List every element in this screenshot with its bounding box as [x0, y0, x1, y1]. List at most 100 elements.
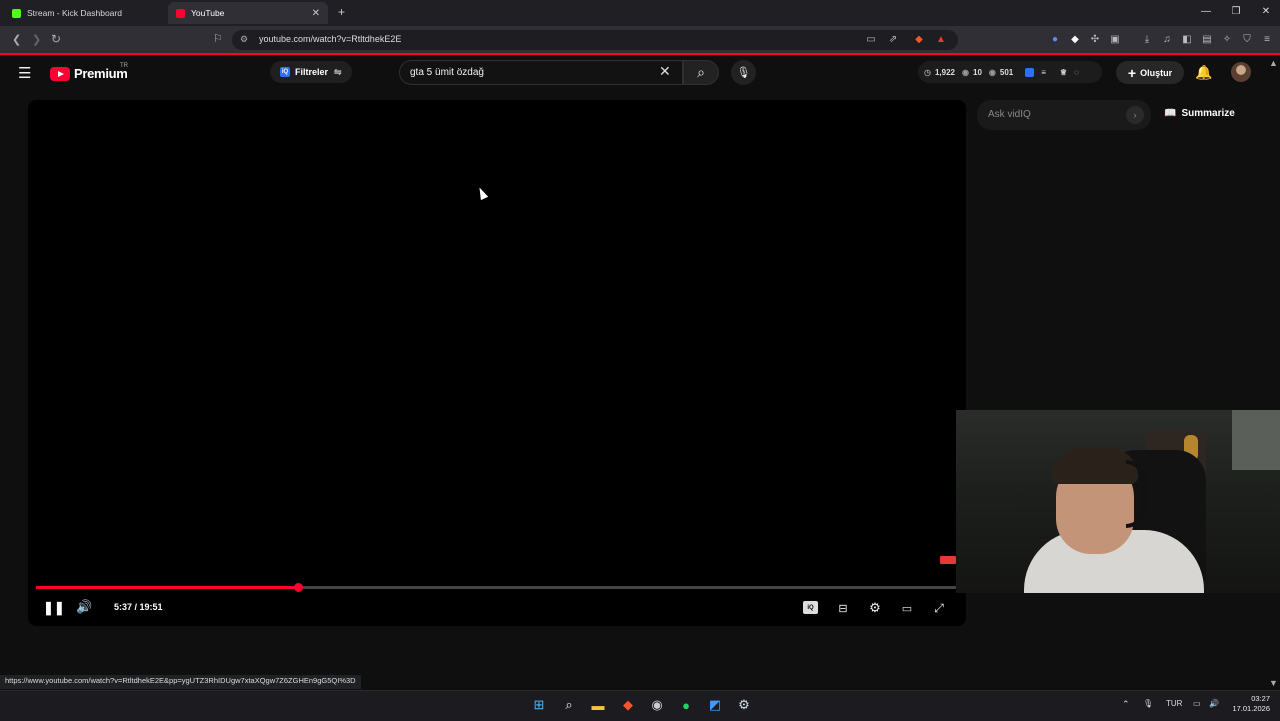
pause-icon[interactable]: ❚❚: [43, 600, 65, 616]
share-icon[interactable]: ⇗: [886, 32, 900, 46]
eye-icon: ◉: [988, 67, 996, 77]
chat-icon[interactable]: ◌: [1074, 68, 1079, 77]
cast-icon[interactable]: ▭: [864, 32, 878, 46]
webcam-overlay: [956, 410, 1280, 593]
progress-scrubber-handle[interactable]: [294, 583, 303, 592]
volume-icon[interactable]: 🔊: [76, 599, 92, 615]
url-text[interactable]: youtube.com/watch?v=RtltdhekE2E: [259, 34, 401, 44]
youtube-play-logo-icon: [50, 66, 70, 81]
sidebar-toggle-icon[interactable]: ◧: [1180, 32, 1194, 46]
microphone-tray-icon[interactable]: 🎙: [1143, 699, 1153, 708]
background-window: [1232, 410, 1280, 470]
app-icon[interactable]: ◩: [706, 696, 724, 714]
extension-vidiq-icon[interactable]: ●: [1048, 32, 1062, 46]
vpn-shield-icon[interactable]: ⛉: [1240, 32, 1254, 46]
vidiq-filters-button[interactable]: iQ Filtreler ⇋: [270, 61, 352, 83]
overlay-badge-icon: [940, 556, 956, 564]
summarize-button[interactable]: 📖 Summarize: [1164, 108, 1235, 119]
search-button[interactable]: ⌕: [683, 60, 719, 85]
fullscreen-icon[interactable]: ⤢: [931, 600, 947, 616]
wallet-icon[interactable]: ▤: [1200, 32, 1214, 46]
spotify-icon[interactable]: ●: [677, 696, 695, 714]
guide-menu-icon[interactable]: ☰: [18, 64, 31, 82]
settings-gear-icon[interactable]: ⚙: [867, 600, 883, 616]
vidiq-logo-icon: iQ: [280, 67, 290, 77]
media-icon[interactable]: ♫: [1160, 32, 1174, 46]
network-icon[interactable]: ▭: [1193, 699, 1201, 708]
tray-overflow-icon[interactable]: ⌃: [1122, 699, 1130, 710]
browser-menu-icon[interactable]: ≡: [1260, 32, 1274, 46]
progress-played: [36, 586, 298, 589]
restore-icon[interactable]: ❐: [1226, 6, 1246, 17]
clock-time: 03:27: [1251, 694, 1270, 703]
windows-taskbar: [0, 690, 1280, 721]
brave-shields-icon[interactable]: ◆: [912, 32, 926, 46]
vidiq-player-icon[interactable]: iQ: [803, 601, 818, 614]
scroll-up-arrow-icon[interactable]: ▲: [1269, 58, 1278, 68]
voice-search-button[interactable]: 🎙: [731, 60, 756, 85]
filter-sliders-icon: ⇋: [334, 66, 342, 77]
new-tab-button[interactable]: +: [338, 5, 345, 19]
views-count: 1,922: [934, 67, 956, 77]
extensions-puzzle-icon[interactable]: ✣: [1088, 32, 1102, 46]
speaker-icon[interactable]: 🔊: [1209, 699, 1219, 708]
eye-icon: ◉: [962, 67, 969, 77]
windows-start-icon[interactable]: ⊞: [530, 696, 548, 714]
tab-title: Stream - Kick Dashboard: [27, 8, 122, 18]
leo-ai-icon[interactable]: ✧: [1220, 32, 1234, 46]
back-icon[interactable]: ❮: [12, 33, 21, 46]
list-icon[interactable]: ≡: [1041, 68, 1046, 77]
microphone-icon: 🎙: [736, 67, 751, 79]
language-indicator[interactable]: TUR: [1166, 699, 1182, 708]
reload-icon[interactable]: ↻: [51, 32, 61, 46]
notifications-bell-icon[interactable]: 🔔: [1195, 64, 1212, 81]
download-icon[interactable]: ⤓: [1140, 32, 1154, 46]
brave-browser-icon[interactable]: ◆: [619, 696, 637, 714]
close-tab-icon[interactable]: ✕: [312, 8, 320, 19]
ask-submit-icon[interactable]: ›: [1126, 106, 1144, 124]
screenshot-icon[interactable]: ▣: [1108, 32, 1122, 46]
search-icon[interactable]: ⌕: [560, 696, 578, 714]
video-player[interactable]: [28, 100, 966, 626]
clock-date: 17.01.2026: [1232, 704, 1270, 713]
theater-mode-icon[interactable]: ▭: [899, 600, 915, 616]
steam-icon[interactable]: ⚙: [735, 696, 753, 714]
plus-icon: +: [1127, 64, 1137, 81]
create-label: Oluştur: [1140, 67, 1173, 78]
vidiq-badge-icon[interactable]: [1025, 67, 1035, 77]
create-button[interactable]: + Oluştur: [1116, 61, 1184, 84]
youtube-premium-logo[interactable]: Premium: [50, 66, 128, 81]
tab-youtube[interactable]: YouTube ✕: [168, 2, 328, 24]
time-display: 5:37 / 19:51: [114, 602, 163, 612]
avatar[interactable]: [1231, 62, 1251, 82]
brave-rewards-icon[interactable]: ▲: [934, 32, 948, 46]
kick-favicon-icon: [12, 8, 21, 18]
clear-search-icon[interactable]: ✕: [659, 63, 671, 80]
file-explorer-icon[interactable]: ▬: [589, 696, 607, 714]
minimize-icon[interactable]: —: [1196, 6, 1216, 17]
clock-icon: ◷: [924, 67, 931, 77]
forward-icon[interactable]: ❯: [32, 33, 41, 46]
headphones: [1126, 460, 1146, 528]
tab-title: YouTube: [191, 8, 225, 18]
filters-label: Filtreler: [295, 67, 329, 77]
vidiq-stats-bar[interactable]: ◷ 1,922 ◉ 10 ◉ 501 ≡ ♕ ◌: [918, 61, 1102, 83]
tab-kick-dashboard[interactable]: Stream - Kick Dashboard: [4, 2, 164, 24]
score-count: 501: [999, 67, 1014, 77]
book-icon: 📖: [1164, 108, 1177, 119]
bookmark-icon[interactable]: ⚐: [213, 32, 223, 45]
subtitles-icon[interactable]: ⊟: [835, 600, 851, 616]
site-info-icon[interactable]: ⚙: [240, 34, 248, 45]
likes-count: 10: [973, 67, 982, 77]
system-clock[interactable]: 03:27 17.01.2026: [1228, 694, 1270, 714]
obs-icon[interactable]: ◉: [648, 696, 666, 714]
region-code: TR: [120, 63, 128, 69]
close-window-icon[interactable]: ✕: [1256, 6, 1276, 17]
youtube-favicon-icon: [176, 8, 185, 18]
trophy-icon[interactable]: ♕: [1060, 68, 1067, 77]
scroll-down-arrow-icon[interactable]: ▼: [1269, 678, 1278, 688]
ask-vidiq-placeholder: Ask vidIQ: [988, 109, 1031, 120]
extension-icon[interactable]: ◆: [1068, 32, 1082, 46]
search-query[interactable]: gta 5 ümit özdağ: [410, 67, 484, 78]
summarize-label: Summarize: [1181, 108, 1235, 119]
